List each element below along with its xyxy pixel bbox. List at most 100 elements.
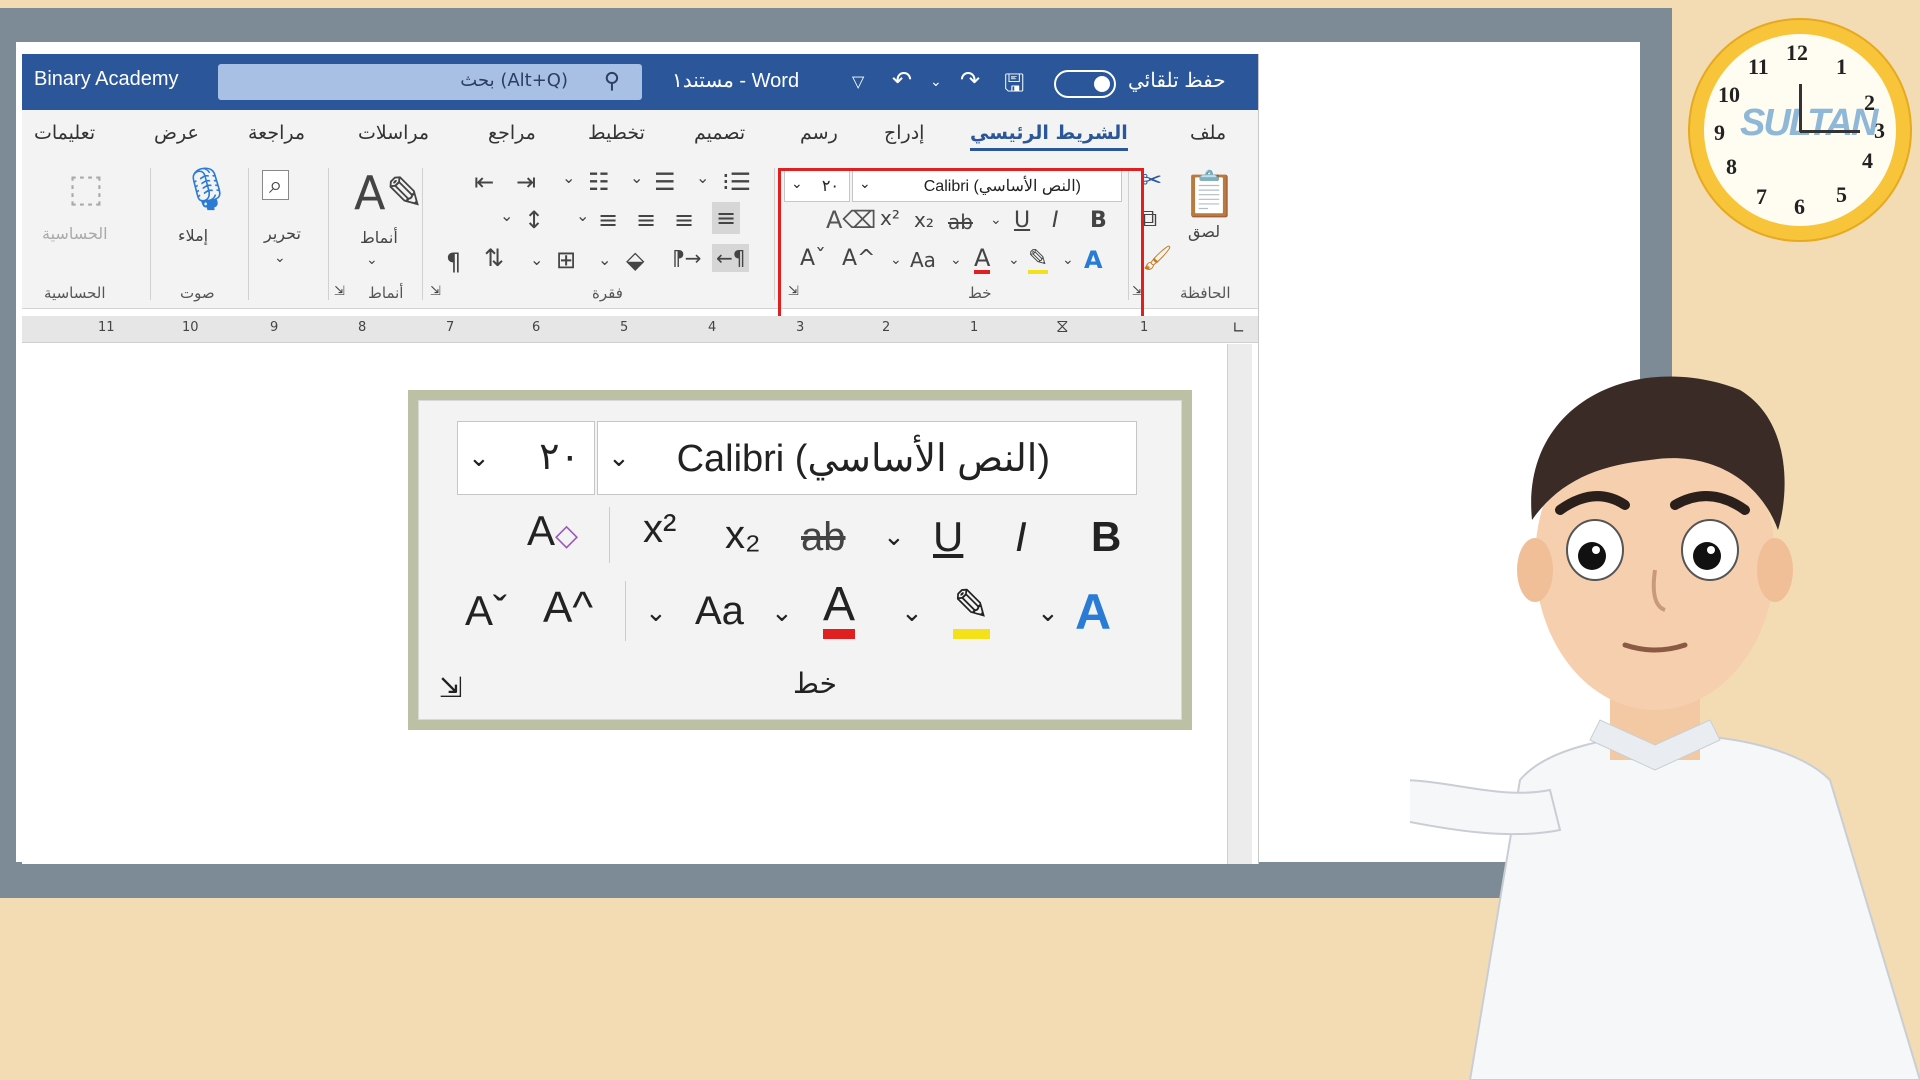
align-right-icon[interactable]: ≡ <box>712 202 741 234</box>
numbering-dropdown-icon[interactable]: ⌄ <box>630 168 643 187</box>
tab-stop-icon[interactable]: ∟ <box>1232 318 1245 337</box>
zoom-font-launcher-icon[interactable]: ⇲ <box>439 671 462 704</box>
clock-number: 4 <box>1862 148 1873 173</box>
clock-number: 5 <box>1836 182 1847 207</box>
customize-toolbar-icon[interactable]: ▽ <box>852 72 864 91</box>
cut-icon[interactable]: ✂ <box>1142 166 1162 194</box>
zoom-font-size-dropdown-icon[interactable]: ⌄ <box>468 442 490 473</box>
styles-icon[interactable]: A✎ <box>354 166 424 220</box>
clock-hand-minute <box>1800 130 1860 133</box>
sensitivity-icon[interactable]: ⬚ <box>68 166 104 210</box>
zoom-font-size-box[interactable]: ٢٠ ⌄ <box>457 421 595 495</box>
multilevel-list-dropdown-icon[interactable]: ⌄ <box>562 168 575 187</box>
decrease-indent-icon[interactable]: ⇤ <box>474 168 494 196</box>
zoom-change-case-dropdown-icon[interactable]: ⌄ <box>771 597 793 628</box>
styles-launcher-icon[interactable]: ⇲ <box>334 284 345 299</box>
zoom-change-case-button[interactable]: Aa <box>695 589 744 634</box>
borders-dropdown-icon[interactable]: ⌄ <box>530 250 543 269</box>
editing-dropdown-icon[interactable]: ⌄ <box>274 250 286 266</box>
zoom-text-effects-icon[interactable]: A <box>1075 583 1111 641</box>
zoom-text-effects-dropdown-icon[interactable]: ⌄ <box>1037 597 1059 628</box>
redo-icon[interactable]: ↷ <box>960 66 980 94</box>
zoom-underline-dropdown-icon[interactable]: ⌄ <box>883 521 905 552</box>
rtl-direction-icon[interactable]: ←¶ <box>712 244 750 272</box>
tab-view[interactable]: عرض <box>154 122 199 144</box>
zoom-clear-formatting-icon[interactable]: A◇ <box>527 507 578 555</box>
tab-references[interactable]: مراجع <box>488 122 536 144</box>
zoom-font-color-icon[interactable]: A <box>823 581 856 639</box>
search-icon: ⚲ <box>603 69 620 94</box>
zoom-strikethrough-button[interactable]: ab <box>801 515 846 560</box>
tab-insert[interactable]: إدراج <box>884 122 924 144</box>
zoom-font-name-box[interactable]: Calibri (النص الأساسي) ⌄ <box>597 421 1137 495</box>
zoom-grow-font-button[interactable]: A^ <box>543 583 593 633</box>
autosave-toggle[interactable] <box>1054 70 1116 98</box>
line-spacing-icon[interactable]: ↕ <box>524 206 544 234</box>
justify-dropdown-icon[interactable]: ⌄ <box>576 206 589 225</box>
vertical-ruler[interactable] <box>1227 344 1252 864</box>
account-name[interactable]: Binary Academy <box>34 68 179 91</box>
ruler-number: 9 <box>270 320 279 335</box>
indent-marker-icon[interactable]: ⧖ <box>1056 316 1069 337</box>
tab-home[interactable]: الشريط الرئيسي <box>970 122 1128 151</box>
wall-clock: 12 1 2 3 4 5 6 7 8 9 10 11 SULTAN <box>1690 20 1910 240</box>
tab-draw[interactable]: رسم <box>800 122 838 144</box>
zoom-bold-button[interactable]: B <box>1091 513 1121 561</box>
bullets-icon[interactable]: ⁝☰ <box>722 168 751 196</box>
save-icon[interactable]: 🖫 <box>1004 66 1024 107</box>
presenter-character <box>1410 376 1920 1080</box>
zoom-underline-button[interactable]: U <box>933 513 963 561</box>
tab-help[interactable]: تعليمات <box>34 122 95 144</box>
zoom-highlight-dropdown-icon[interactable]: ⌄ <box>901 597 923 628</box>
ltr-direction-icon[interactable]: ⁋→ <box>672 246 701 270</box>
shading-dropdown-icon[interactable]: ⌄ <box>598 250 611 269</box>
format-painter-icon[interactable]: 🖌 <box>1142 244 1172 272</box>
ruler-number: 7 <box>446 320 455 335</box>
justify-icon[interactable]: ≡ <box>598 206 618 234</box>
font-group-highlight <box>778 168 1144 326</box>
zoom-shrink-font-button[interactable]: Aˇ <box>465 587 507 635</box>
zoom-superscript-button[interactable]: x² <box>643 507 676 552</box>
show-paragraph-marks-icon[interactable]: ¶ <box>446 248 461 276</box>
zoom-italic-button[interactable]: I <box>1015 513 1027 561</box>
group-separator <box>774 168 775 300</box>
line-spacing-dropdown-icon[interactable]: ⌄ <box>500 206 513 225</box>
tab-mailings[interactable]: مراسلات <box>358 122 429 144</box>
zoom-highlight-color-icon[interactable]: ✎ <box>953 583 990 639</box>
bullets-dropdown-icon[interactable]: ⌄ <box>696 168 709 187</box>
zoom-font-color-dropdown-icon[interactable]: ⌄ <box>645 597 667 628</box>
align-left-icon[interactable]: ≡ <box>636 206 656 234</box>
document-title: مستند١ - Word <box>672 70 800 92</box>
multilevel-list-icon[interactable]: ☷ <box>588 168 610 196</box>
zoom-subscript-button[interactable]: x₂ <box>725 513 761 558</box>
tab-file[interactable]: ملف <box>1190 122 1226 144</box>
tab-design[interactable]: تصميم <box>694 122 745 144</box>
styles-dropdown-icon[interactable]: ⌄ <box>366 252 378 268</box>
search-placeholder: بحث (Alt+Q) <box>460 70 568 91</box>
styles-group-label: أنماط <box>368 284 404 302</box>
ruler-number: 1 <box>1140 320 1149 335</box>
ruler-number: 4 <box>708 320 717 335</box>
borders-icon[interactable]: ⊞ <box>556 246 576 274</box>
undo-icon[interactable]: ↶ <box>892 66 912 94</box>
paste-icon[interactable]: 📋 <box>1182 168 1237 220</box>
clock-number: 11 <box>1748 54 1769 79</box>
sort-icon[interactable]: ⇅ <box>484 244 504 272</box>
zoom-font-name-dropdown-icon[interactable]: ⌄ <box>608 442 630 473</box>
horizontal-ruler[interactable]: 11 10 9 8 7 6 5 4 3 2 1 1 ⧖ ∟ <box>22 316 1258 343</box>
search-box[interactable]: بحث (Alt+Q) ⚲ <box>218 64 642 100</box>
paragraph-launcher-icon[interactable]: ⇲ <box>430 284 441 299</box>
find-icon[interactable]: ⌕ <box>262 170 290 200</box>
clock-number: 6 <box>1794 194 1805 219</box>
clock-number: 7 <box>1756 184 1767 209</box>
title-bar: Binary Academy بحث (Alt+Q) ⚲ مستند١ - Wo… <box>22 54 1258 110</box>
numbering-icon[interactable]: ☰ <box>654 168 676 196</box>
align-center-icon[interactable]: ≡ <box>674 206 694 234</box>
shading-icon[interactable]: ⬙ <box>626 246 644 274</box>
tab-layout[interactable]: تخطيط <box>588 122 645 144</box>
increase-indent-icon[interactable]: ⇥ <box>516 168 536 196</box>
undo-dropdown-icon[interactable]: ⌄ <box>930 74 942 90</box>
microphone-icon[interactable]: 🎙 <box>180 164 233 214</box>
tab-review[interactable]: مراجعة <box>248 122 305 144</box>
dictate-label: إملاء <box>178 226 209 245</box>
